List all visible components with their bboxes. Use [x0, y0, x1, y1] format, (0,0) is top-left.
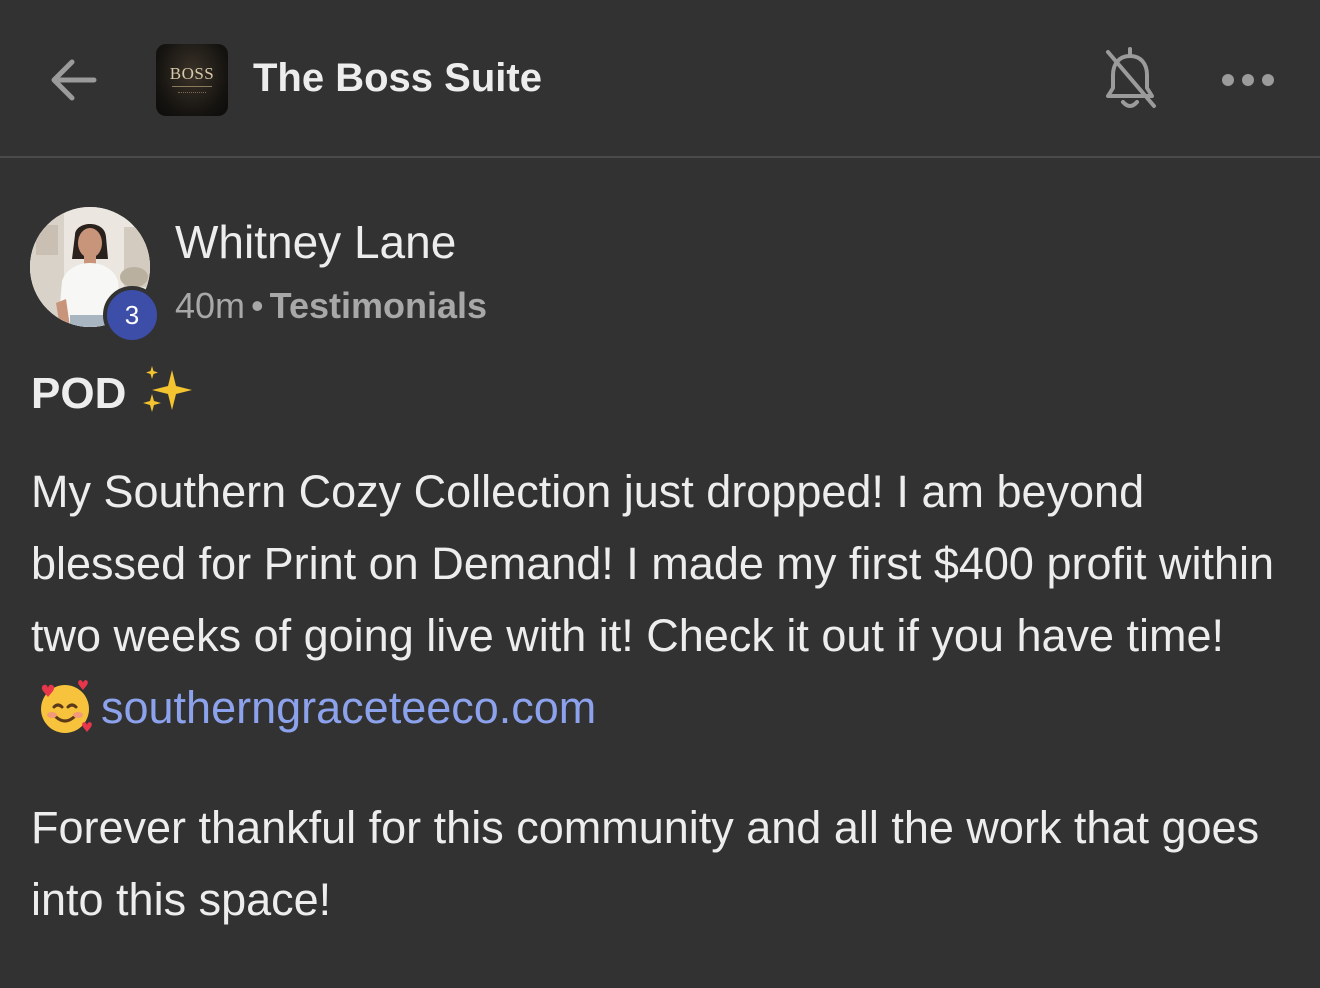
- post-body: My Southern Cozy Collection just dropped…: [31, 456, 1291, 936]
- post-body-text-1: My Southern Cozy Collection just dropped…: [31, 466, 1275, 661]
- post-paragraph-1: My Southern Cozy Collection just dropped…: [31, 456, 1291, 744]
- meta-separator: •: [251, 285, 264, 326]
- post-category[interactable]: Testimonials: [270, 285, 487, 326]
- post-meta: 40m • Testimonials: [175, 285, 487, 327]
- group-logo[interactable]: BOSS: [156, 44, 228, 116]
- more-options-button[interactable]: [1218, 62, 1278, 98]
- post-title: POD: [31, 364, 198, 419]
- arrow-left-icon: [51, 59, 97, 101]
- author-avatar-container[interactable]: 3: [30, 207, 161, 344]
- bell-off-icon: [1106, 47, 1156, 108]
- sparkles-icon: [143, 366, 193, 412]
- level-badge: 3: [103, 286, 161, 344]
- notifications-toggle-button[interactable]: [1100, 44, 1160, 114]
- post-paragraph-2: Forever thankful for this community and …: [31, 802, 1260, 925]
- top-bar: BOSS The Boss Suite: [0, 0, 1320, 158]
- group-logo-text: BOSS: [169, 64, 215, 83]
- post-title-text: POD: [31, 369, 127, 418]
- smiling-face-with-hearts-icon: [41, 680, 92, 733]
- author-name[interactable]: Whitney Lane: [175, 215, 456, 269]
- post-time: 40m: [175, 285, 246, 326]
- group-title[interactable]: The Boss Suite: [253, 56, 542, 101]
- more-horizontal-icon: [1222, 74, 1274, 86]
- external-link[interactable]: southerngraceteeco.com: [101, 682, 596, 733]
- back-button[interactable]: [46, 52, 102, 108]
